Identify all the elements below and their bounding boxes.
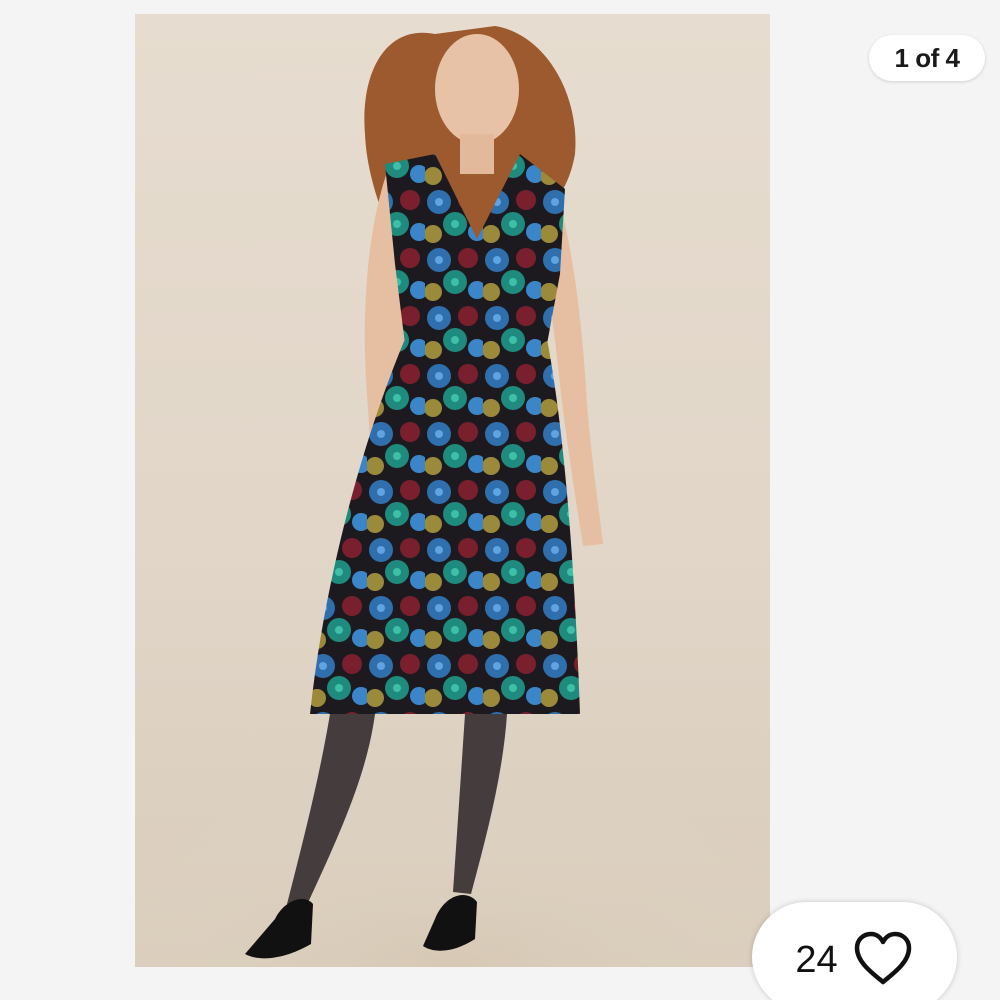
image-viewer: 1 of 4 24 bbox=[0, 0, 1000, 1000]
heart-outline-icon bbox=[854, 931, 911, 985]
product-photo[interactable] bbox=[135, 14, 770, 967]
model-in-sequin-dress-illustration bbox=[135, 26, 770, 967]
image-counter-badge: 1 of 4 bbox=[869, 35, 985, 81]
like-button[interactable]: 24 bbox=[752, 902, 957, 1000]
like-count: 24 bbox=[795, 939, 838, 981]
